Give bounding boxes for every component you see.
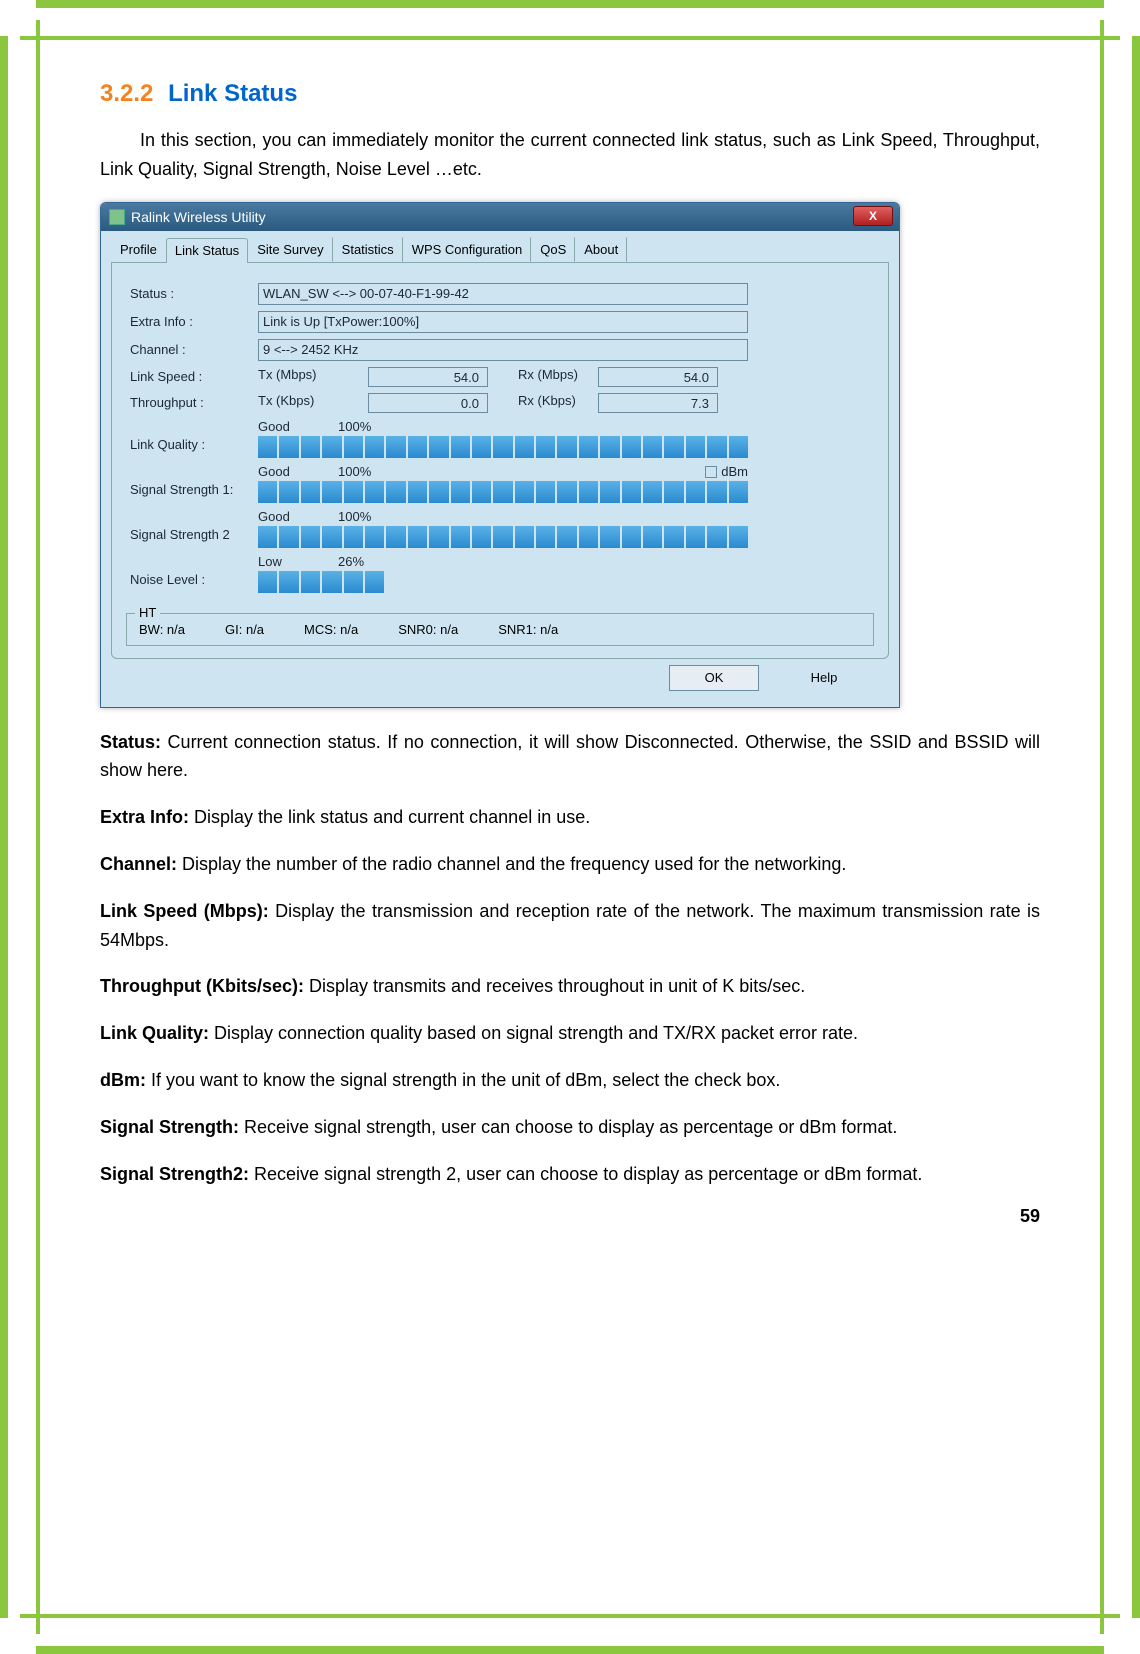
noise-label: Noise Level : [118, 554, 258, 587]
lq-pct: 100% [338, 419, 398, 434]
heading-number: 3.2.2 [100, 80, 153, 107]
lq-quality: Good [258, 419, 338, 434]
def-channel: Channel: Display the number of the radio… [100, 850, 1040, 879]
ht-snr0: SNR0: n/a [398, 622, 458, 637]
section-heading: 3.2.2 Link Status [100, 80, 1040, 108]
rx-mbps-label: Rx (Mbps) [488, 367, 598, 387]
extra-info-value: Link is Up [TxPower:100%] [258, 311, 748, 333]
ht-fieldset: HT BW: n/a GI: n/a MCS: n/a SNR0: n/a SN… [126, 613, 874, 646]
def-status: Status: Current connection status. If no… [100, 728, 1040, 786]
status-value: WLAN_SW <--> 00-07-40-F1-99-42 [258, 283, 748, 305]
link-status-panel: Status : WLAN_SW <--> 00-07-40-F1-99-42 … [111, 262, 889, 659]
signal2-label: Signal Strength 2 [118, 509, 258, 542]
close-icon: X [869, 209, 877, 223]
sig1-pct: 100% [338, 464, 398, 479]
dbm-label: dBm [721, 464, 748, 479]
dbm-checkbox[interactable]: dBm [705, 464, 748, 479]
status-label: Status : [118, 286, 258, 301]
noise-pct: 26% [338, 554, 398, 569]
channel-label: Channel : [118, 342, 258, 357]
channel-value: 9 <--> 2452 KHz [258, 339, 748, 361]
page-number: 59 [100, 1206, 1040, 1227]
ok-button[interactable]: OK [669, 665, 759, 691]
throughput-label: Throughput : [118, 395, 258, 410]
sig2-quality: Good [258, 509, 338, 524]
ht-gi: GI: n/a [225, 622, 264, 637]
rx-kbps-value: 7.3 [598, 393, 718, 413]
sig2-pct: 100% [338, 509, 398, 524]
tab-about[interactable]: About [575, 237, 627, 262]
def-dbm: dBm: If you want to know the signal stre… [100, 1066, 1040, 1095]
ralink-utility-window: Ralink Wireless Utility X Profile Link S… [100, 202, 900, 708]
tab-strip: Profile Link Status Site Survey Statisti… [111, 237, 889, 262]
intro-paragraph: In this section, you can immediately mon… [100, 126, 1040, 184]
link-quality-bar [258, 436, 748, 458]
tx-mbps-label: Tx (Mbps) [258, 367, 368, 387]
ht-mcs: MCS: n/a [304, 622, 358, 637]
sig1-quality: Good [258, 464, 338, 479]
tab-statistics[interactable]: Statistics [333, 237, 403, 262]
def-extra-info: Extra Info: Display the link status and … [100, 803, 1040, 832]
window-titlebar[interactable]: Ralink Wireless Utility X [101, 203, 899, 231]
heading-title: Link Status [168, 80, 297, 107]
ht-bw: BW: n/a [139, 622, 185, 637]
tab-profile[interactable]: Profile [111, 237, 166, 262]
link-speed-label: Link Speed : [118, 369, 258, 384]
close-button[interactable]: X [853, 206, 893, 226]
tab-qos[interactable]: QoS [531, 237, 575, 262]
tx-kbps-value: 0.0 [368, 393, 488, 413]
tab-site-survey[interactable]: Site Survey [248, 237, 332, 262]
tx-mbps-value: 54.0 [368, 367, 488, 387]
def-link-quality: Link Quality: Display connection quality… [100, 1019, 1040, 1048]
extra-info-label: Extra Info : [118, 314, 258, 329]
rx-kbps-label: Rx (Kbps) [488, 393, 598, 413]
signal1-bar [258, 481, 748, 503]
link-quality-label: Link Quality : [118, 419, 258, 452]
signal1-label: Signal Strength 1: [118, 464, 258, 497]
tx-kbps-label: Tx (Kbps) [258, 393, 368, 413]
tab-wps[interactable]: WPS Configuration [403, 237, 532, 262]
ht-snr1: SNR1: n/a [498, 622, 558, 637]
def-throughput: Throughput (Kbits/sec): Display transmit… [100, 972, 1040, 1001]
window-title: Ralink Wireless Utility [131, 209, 266, 225]
tab-link-status[interactable]: Link Status [166, 238, 248, 263]
def-link-speed: Link Speed (Mbps): Display the transmiss… [100, 897, 1040, 955]
page-content: 3.2.2 Link Status In this section, you c… [100, 80, 1040, 1594]
def-signal-strength2: Signal Strength2: Receive signal strengt… [100, 1160, 1040, 1189]
rx-mbps-value: 54.0 [598, 367, 718, 387]
def-signal-strength: Signal Strength: Receive signal strength… [100, 1113, 1040, 1142]
help-button[interactable]: Help [779, 665, 869, 691]
ht-legend: HT [135, 605, 160, 620]
noise-quality: Low [258, 554, 338, 569]
app-icon [109, 209, 125, 225]
noise-bar [258, 571, 748, 593]
signal2-bar [258, 526, 748, 548]
